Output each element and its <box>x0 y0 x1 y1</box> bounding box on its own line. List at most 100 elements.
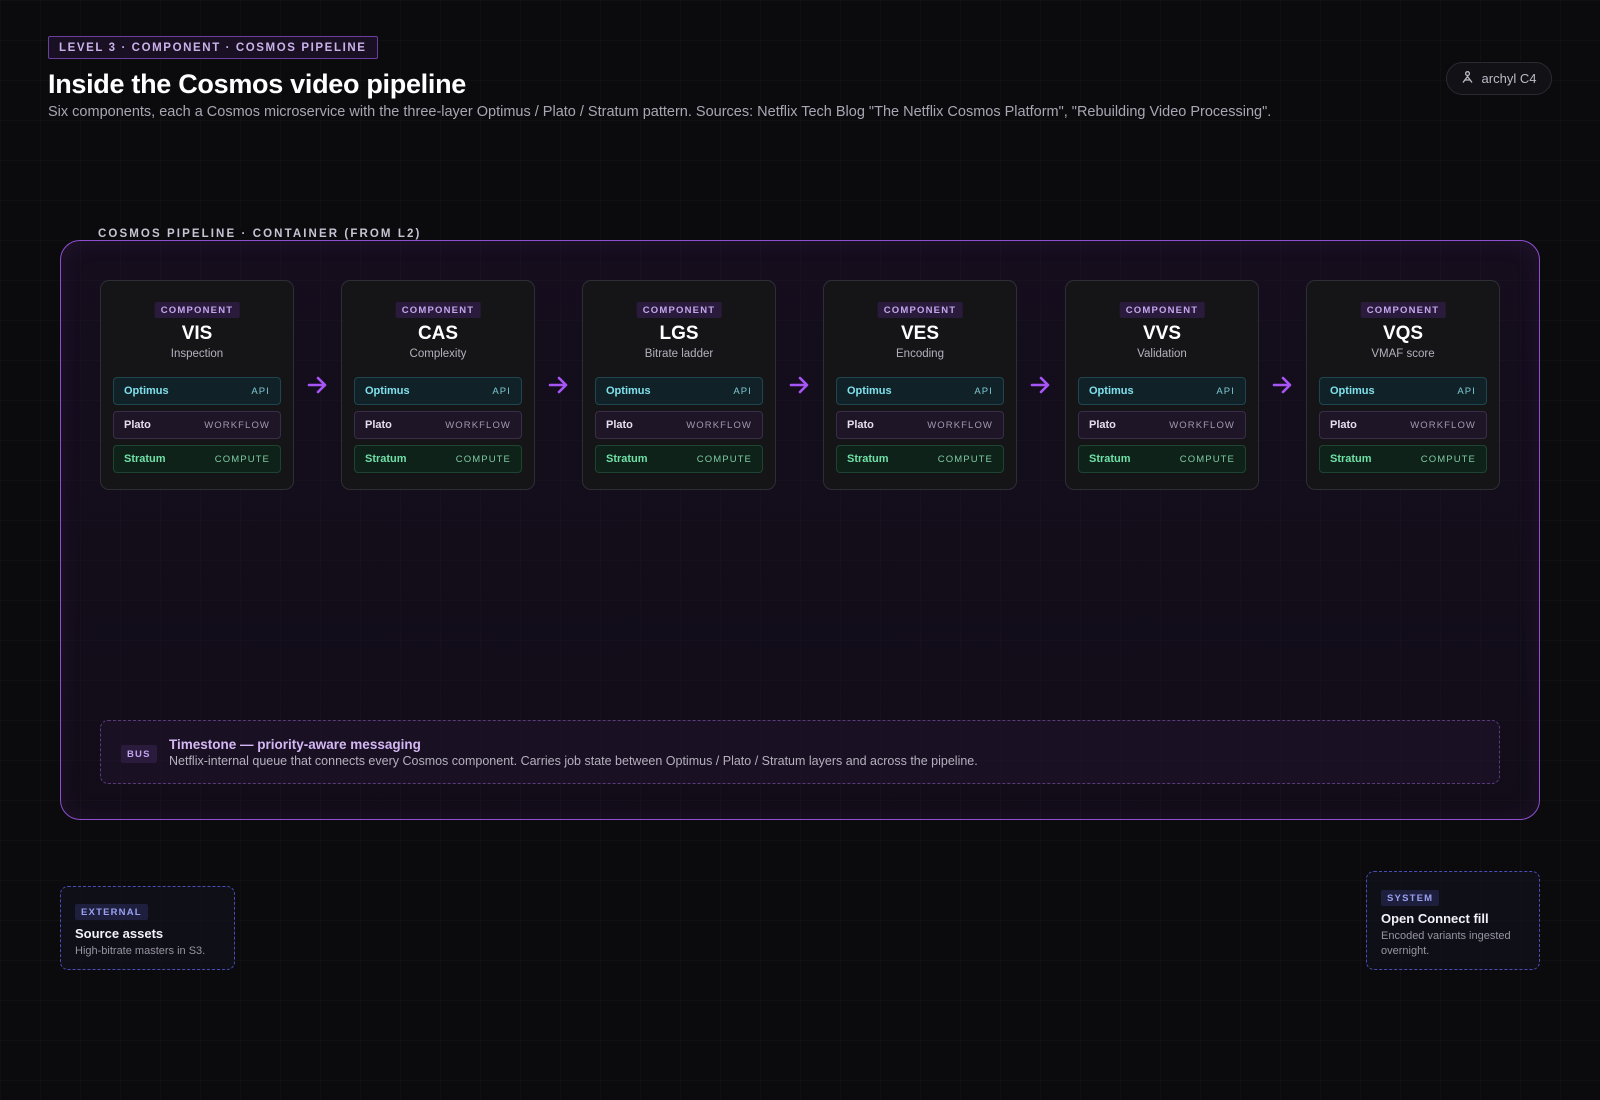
page-subtitle: Six components, each a Cosmos microservi… <box>48 104 1272 120</box>
component-card-lgs[interactable]: COMPONENT LGS Bitrate ladder Optimus API … <box>582 280 776 490</box>
component-card-vis[interactable]: COMPONENT VIS Inspection Optimus API Plat… <box>100 280 294 490</box>
component-card-cas[interactable]: COMPONENT CAS Complexity Optimus API Plat… <box>341 280 535 490</box>
container-label: COSMOS PIPELINE · CONTAINER (FROM L2) <box>85 228 435 240</box>
layer-type: WORKFLOW <box>1169 419 1235 431</box>
component-description: Bitrate ladder <box>644 348 714 360</box>
layer-type: COMPUTE <box>214 453 270 465</box>
external-tag: EXTERNAL <box>75 904 148 920</box>
arrow-right-icon <box>789 376 809 394</box>
layer-type: WORKFLOW <box>204 419 270 431</box>
component-description: Encoding <box>896 348 944 360</box>
system-tag: SYSTEM <box>1381 890 1440 906</box>
external-description: High-bitrate masters in S3. <box>75 945 206 957</box>
layer-name: Plato <box>847 419 874 431</box>
layer-name: Plato <box>124 419 151 431</box>
layer-name: Stratum <box>365 453 407 465</box>
layer-type: API <box>1216 385 1235 397</box>
layer-type: API <box>1457 385 1476 397</box>
component-name: CAS <box>417 323 459 344</box>
layer-type: COMPUTE <box>1420 453 1476 465</box>
layer-type: WORKFLOW <box>1410 419 1476 431</box>
layer-type: COMPUTE <box>696 453 752 465</box>
layer-name: Optimus <box>1089 385 1134 397</box>
layer-plato[interactable]: Plato WORKFLOW <box>1319 411 1487 439</box>
component-name: VIS <box>181 323 213 344</box>
component-name: VVS <box>1142 323 1182 344</box>
layer-type: API <box>733 385 752 397</box>
layer-plato[interactable]: Plato WORKFLOW <box>354 411 522 439</box>
layer-plato[interactable]: Plato WORKFLOW <box>595 411 763 439</box>
layer-name: Stratum <box>1089 453 1131 465</box>
layer-type: COMPUTE <box>1179 453 1235 465</box>
component-tag: COMPONENT <box>154 302 240 318</box>
layer-plato[interactable]: Plato WORKFLOW <box>1078 411 1246 439</box>
system-open-connect-fill[interactable]: SYSTEM Open Connect fill Encoded variant… <box>1366 871 1540 970</box>
level-badge: LEVEL 3 · COMPONENT · COSMOS PIPELINE <box>48 36 378 59</box>
page-title: Inside the Cosmos video pipeline <box>48 69 466 99</box>
system-title: Open Connect fill <box>1381 911 1489 926</box>
arrow-right-icon <box>1030 376 1050 394</box>
layer-name: Stratum <box>124 453 166 465</box>
bus-title: Timestone — priority-aware messaging <box>169 737 421 752</box>
layer-type: WORKFLOW <box>445 419 511 431</box>
component-description: Complexity <box>409 348 467 360</box>
system-description: Encoded variants ingested overnight. <box>1381 930 1511 957</box>
component-tag: COMPONENT <box>1360 302 1446 318</box>
external-source-assets[interactable]: EXTERNAL Source assets High-bitrate mast… <box>60 886 235 970</box>
bus-tag: BUS <box>121 745 157 763</box>
layer-stratum[interactable]: Stratum COMPUTE <box>836 445 1004 473</box>
layer-name: Plato <box>1089 419 1116 431</box>
arrow-right-icon <box>1272 376 1292 394</box>
layer-type: COMPUTE <box>937 453 993 465</box>
component-tag: COMPONENT <box>877 302 963 318</box>
layer-stratum[interactable]: Stratum COMPUTE <box>1319 445 1487 473</box>
layer-type: WORKFLOW <box>686 419 752 431</box>
layer-name: Optimus <box>365 385 410 397</box>
component-name: VQS <box>1382 323 1424 344</box>
layer-stratum[interactable]: Stratum COMPUTE <box>354 445 522 473</box>
component-card-vvs[interactable]: COMPONENT VVS Validation Optimus API Plat… <box>1065 280 1259 490</box>
timestone-bus[interactable]: BUS Timestone — priority-aware messaging… <box>100 720 1500 784</box>
component-tag: COMPONENT <box>395 302 481 318</box>
component-tag: COMPONENT <box>1119 302 1205 318</box>
layer-optimus[interactable]: Optimus API <box>595 377 763 405</box>
component-description: Inspection <box>170 348 224 360</box>
brand-pill[interactable]: archyl C4 <box>1446 62 1552 95</box>
component-card-ves[interactable]: COMPONENT VES Encoding Optimus API Plato W… <box>823 280 1017 490</box>
layer-optimus[interactable]: Optimus API <box>354 377 522 405</box>
layer-name: Stratum <box>606 453 648 465</box>
layer-name: Optimus <box>606 385 651 397</box>
layer-name: Stratum <box>847 453 889 465</box>
arrow-right-icon <box>548 376 568 394</box>
component-name: LGS <box>659 323 699 344</box>
layer-type: API <box>974 385 993 397</box>
layer-name: Optimus <box>1330 385 1375 397</box>
layer-name: Stratum <box>1330 453 1372 465</box>
layer-type: COMPUTE <box>455 453 511 465</box>
component-description: VMAF score <box>1371 348 1435 360</box>
layer-plato[interactable]: Plato WORKFLOW <box>836 411 1004 439</box>
layer-name: Optimus <box>124 385 169 397</box>
brand-label: archyl C4 <box>1481 71 1537 86</box>
layer-type: WORKFLOW <box>927 419 993 431</box>
layer-stratum[interactable]: Stratum COMPUTE <box>1078 445 1246 473</box>
layer-type: API <box>492 385 511 397</box>
layer-plato[interactable]: Plato WORKFLOW <box>113 411 281 439</box>
layer-optimus[interactable]: Optimus API <box>113 377 281 405</box>
layer-stratum[interactable]: Stratum COMPUTE <box>595 445 763 473</box>
layer-optimus[interactable]: Optimus API <box>1319 377 1487 405</box>
layer-stratum[interactable]: Stratum COMPUTE <box>113 445 281 473</box>
layer-optimus[interactable]: Optimus API <box>836 377 1004 405</box>
arrow-right-icon <box>307 376 327 394</box>
bus-description: Netflix-internal queue that connects eve… <box>169 754 978 768</box>
component-tag: COMPONENT <box>636 302 722 318</box>
layer-optimus[interactable]: Optimus API <box>1078 377 1246 405</box>
component-description: Validation <box>1137 348 1187 360</box>
layer-name: Optimus <box>847 385 892 397</box>
person-icon <box>1462 71 1473 86</box>
layer-name: Plato <box>365 419 392 431</box>
layer-name: Plato <box>1330 419 1357 431</box>
layer-type: API <box>251 385 270 397</box>
component-name: VES <box>900 323 940 344</box>
component-card-vqs[interactable]: COMPONENT VQS VMAF score Optimus API Plat… <box>1306 280 1500 490</box>
